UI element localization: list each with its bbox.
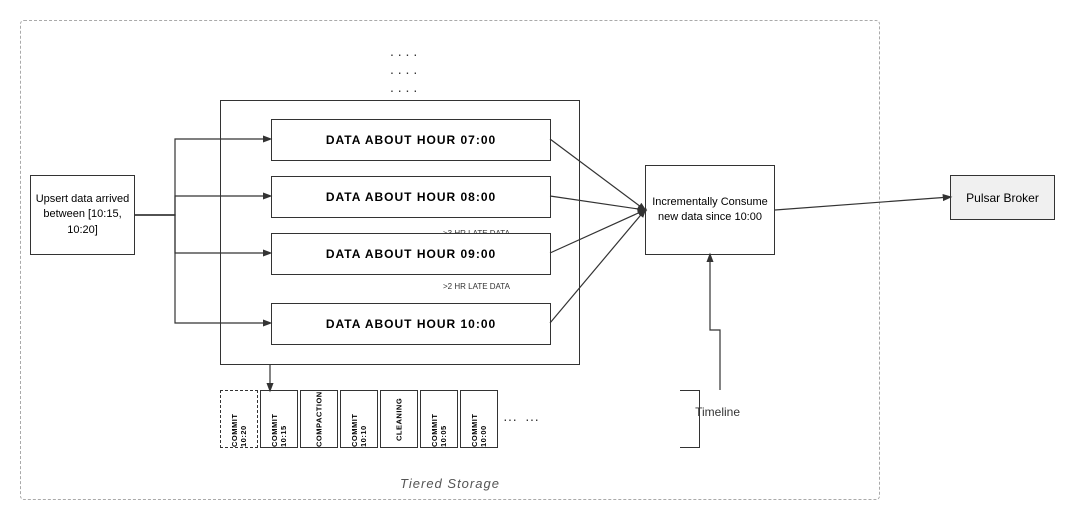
tiered-storage-label: Tiered Storage [400,476,500,491]
data-row-hour-10: DATA ABOUT HOUR 10:00 [271,303,551,345]
upsert-label: Upsert data arrived between [10:15, 10:2… [31,192,134,238]
commit-extra-dots: ··· [522,390,542,448]
pulsar-broker-box: Pulsar Broker [950,175,1055,220]
commit-box-1015: COMMIT 10:15 [260,390,298,448]
data-row-hour-07: DATA ABOUT HOUR 07:00 [271,119,551,161]
consume-label: Incrementally Consume new data since 10:… [646,195,774,226]
data-row-hour-08: DATA ABOUT HOUR 08:00 [271,176,551,218]
commit-boxes: COMMIT 10:20 COMMIT 10:15 COMPACTION COM… [220,390,542,448]
dot-line-1: . . . . [390,42,417,60]
data-row-hour-09: DATA ABOUT HOUR 09:00 [271,233,551,275]
late-label-2: >2 HR LATE DATA [443,282,510,291]
data-outer-box: >3 HR LATE DATA >2 HR LATE DATA >1 HR LA… [220,100,580,365]
commit-box-1000: COMMIT 10:00 [460,390,498,448]
commit-box-compaction: COMPACTION [300,390,338,448]
commit-box-1010: COMMIT 10:10 [340,390,378,448]
commit-box-cleaning: CLEANING [380,390,418,448]
upsert-box: Upsert data arrived between [10:15, 10:2… [30,175,135,255]
timeline-label: Timeline [695,405,740,419]
commit-trailing-dots: ··· [500,390,520,448]
commit-box-1005: COMMIT 10:05 [420,390,458,448]
timeline-bracket [680,390,700,448]
dot-line-3: . . . . [390,78,417,96]
pulsar-label: Pulsar Broker [966,191,1039,205]
consume-box: Incrementally Consume new data since 10:… [645,165,775,255]
dot-line-2: . . . . [390,60,417,78]
commit-box-1020: COMMIT 10:20 [220,390,258,448]
dots-above: . . . . . . . . . . . . [390,42,417,97]
timeline-area: COMMIT 10:20 COMMIT 10:15 COMPACTION COM… [220,385,760,455]
